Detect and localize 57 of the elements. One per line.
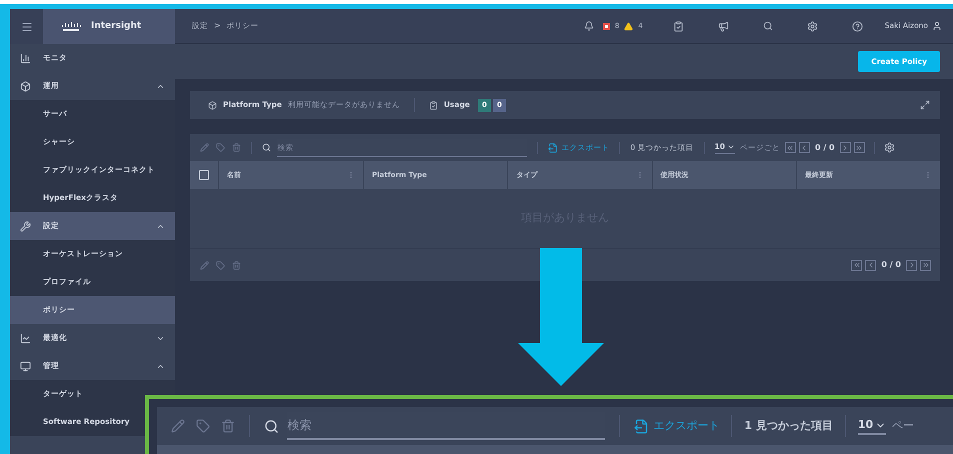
menu-icon <box>20 20 32 32</box>
last-page-icon <box>855 144 864 152</box>
tag-icon[interactable] <box>196 419 210 433</box>
search-icon <box>264 418 280 434</box>
tasks-icon[interactable] <box>672 20 684 32</box>
breadcrumb-separator: > <box>214 20 221 32</box>
settings-icon[interactable] <box>884 142 895 153</box>
search-icon <box>262 143 272 152</box>
settings-icon[interactable] <box>806 20 818 32</box>
tag-icon[interactable] <box>216 260 226 270</box>
delete-icon[interactable] <box>232 143 242 152</box>
previous-page-button[interactable] <box>798 142 810 153</box>
section-icon <box>20 80 31 92</box>
section-icon <box>20 332 31 344</box>
brand-name: Intersight <box>91 20 142 33</box>
next-page-button[interactable] <box>840 142 851 153</box>
result-count: 1 見つかった項目 <box>744 418 833 434</box>
warning-icon[interactable] <box>624 22 634 30</box>
cisco-logo-icon <box>61 22 81 32</box>
last-page-button[interactable] <box>920 260 931 270</box>
menu-button[interactable] <box>10 9 43 44</box>
section-icon <box>20 360 31 372</box>
user-icon[interactable] <box>932 21 942 31</box>
last-page-icon <box>922 261 930 269</box>
help-icon[interactable] <box>852 20 863 32</box>
page-size-dropdown[interactable]: 10 <box>858 416 886 436</box>
delete-icon[interactable] <box>221 419 236 433</box>
first-page-icon <box>786 144 794 152</box>
first-page-button[interactable] <box>784 142 796 153</box>
page-indicator: 0 / 0 <box>880 259 902 271</box>
platform-icon <box>208 100 217 110</box>
expand-icon[interactable] <box>920 100 930 110</box>
select-all-checkbox[interactable] <box>199 170 209 180</box>
search-icon[interactable] <box>762 21 773 31</box>
page-indicator: 0 / 0 <box>814 142 836 154</box>
per-page-label: ペー <box>892 418 914 434</box>
down-arrow-icon <box>518 248 604 386</box>
previous-page-button[interactable] <box>865 260 876 270</box>
export-icon <box>548 142 558 152</box>
delete-icon[interactable] <box>232 260 242 270</box>
tag-icon[interactable] <box>216 143 226 152</box>
usage-icon <box>428 100 438 110</box>
edit-icon[interactable] <box>200 260 209 270</box>
critical-alert-icon[interactable] <box>602 22 610 30</box>
megaphone-icon[interactable] <box>718 20 729 32</box>
notification-icon[interactable] <box>584 21 594 31</box>
last-page-button[interactable] <box>854 142 865 153</box>
export-icon <box>634 418 650 434</box>
next-page-button[interactable] <box>906 260 917 270</box>
section-icon <box>20 52 31 64</box>
edit-icon[interactable] <box>200 143 209 152</box>
section-icon <box>20 220 31 232</box>
export-button[interactable]: エクスポート <box>634 418 720 434</box>
caret-icon <box>726 143 735 151</box>
first-page-button[interactable] <box>851 260 862 270</box>
first-page-icon <box>852 261 861 269</box>
edit-icon[interactable] <box>171 419 185 433</box>
